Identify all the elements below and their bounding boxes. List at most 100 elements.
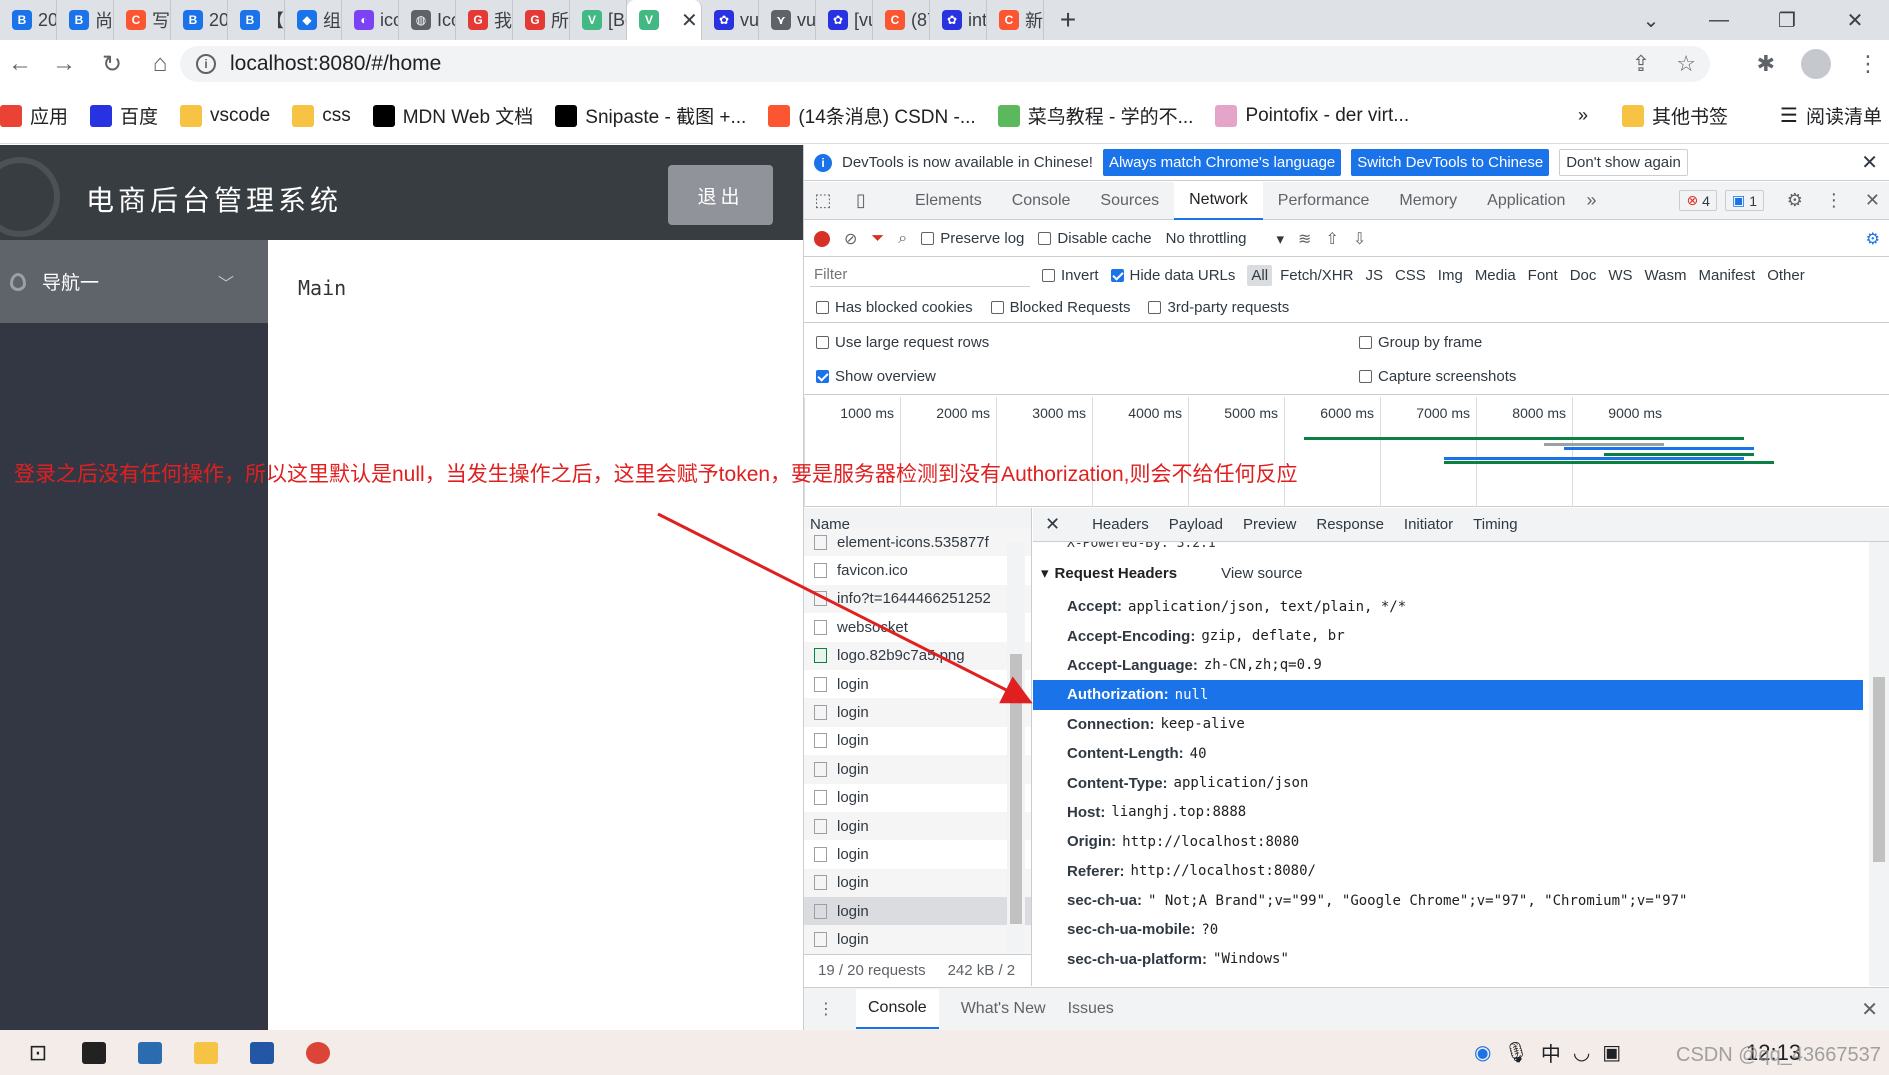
filter-input[interactable] (810, 263, 1030, 287)
powershell-icon[interactable] (234, 1030, 290, 1075)
checkbox-box[interactable] (1042, 268, 1055, 282)
preserve-log-checkbox[interactable]: Preserve log (921, 230, 1024, 247)
close-window-icon[interactable]: ✕ (1821, 0, 1889, 40)
browser-tab[interactable]: ◍ Ico (399, 0, 456, 40)
type-filter-wasm[interactable]: Wasm (1641, 265, 1691, 286)
request-row[interactable]: login (804, 727, 1031, 755)
bookmark-item[interactable]: MDN Web 文档 (372, 102, 533, 129)
browser-tab[interactable]: ◐ ico (342, 0, 399, 40)
close-icon[interactable]: ✕ (1861, 150, 1878, 175)
bookmark-reading-list[interactable]: ☰ 阅读清单 (1780, 102, 1882, 129)
header-row[interactable]: Host: lianghj.top:8888 (1033, 798, 1863, 827)
detail-tab-preview[interactable]: Preview (1233, 516, 1306, 533)
minimize-icon[interactable]: — (1685, 0, 1753, 40)
type-filter-media[interactable]: Media (1471, 265, 1520, 286)
bookmark-item[interactable]: 百度 (90, 102, 158, 129)
network-conditions-icon[interactable]: ≋ (1298, 229, 1311, 249)
extensions-icon[interactable]: ✱ (1757, 51, 1775, 77)
clear-icon[interactable]: ⊘ (844, 229, 857, 249)
checkbox-box[interactable] (816, 370, 829, 383)
close-tab-icon[interactable]: ✕ (681, 8, 698, 33)
hide-data-urls-checkbox[interactable]: Hide data URLs (1110, 267, 1235, 284)
bookmark-item[interactable]: 菜鸟教程 - 学的不... (997, 102, 1193, 129)
request-row[interactable]: login (804, 698, 1031, 727)
header-row[interactable]: Referer: http://localhost:8080/ (1033, 857, 1863, 886)
request-row[interactable]: login (804, 840, 1031, 868)
request-row[interactable]: login (804, 755, 1031, 784)
app-window-icon[interactable] (122, 1030, 178, 1075)
request-row[interactable]: favicon.ico (804, 556, 1031, 584)
throttling-select[interactable]: No throttling ▾ (1166, 230, 1284, 248)
large-rows-checkbox[interactable]: Use large request rows (816, 334, 989, 351)
detail-tab-payload[interactable]: Payload (1159, 516, 1233, 533)
request-row[interactable]: websocket (804, 613, 1031, 641)
browser-tab[interactable]: ✿ vu (702, 0, 759, 40)
header-row[interactable]: Content-Type: application/json (1033, 768, 1863, 797)
type-filter-doc[interactable]: Doc (1566, 265, 1601, 286)
checkbox-box[interactable] (990, 301, 1004, 314)
scroll-thumb[interactable] (1873, 677, 1885, 862)
browser-tab[interactable]: C新 (987, 0, 1044, 40)
drawer-menu-icon[interactable]: ⋮ (818, 999, 834, 1019)
scroll-thumb[interactable] (1010, 654, 1022, 924)
gear-icon[interactable]: ⚙ (1787, 190, 1803, 211)
checkbox-box[interactable] (1148, 301, 1162, 314)
ime-tools-icon[interactable]: ▣ (1602, 1040, 1621, 1065)
request-row[interactable]: login (804, 925, 1031, 954)
header-row[interactable]: Content-Length: 40 (1033, 739, 1863, 768)
request-row[interactable]: login (804, 670, 1031, 698)
checkbox-box[interactable] (1359, 335, 1372, 349)
request-headers-section[interactable]: ▾ Request Headers View source (1033, 554, 1863, 592)
logout-button[interactable]: 退出 (668, 165, 773, 225)
blocked-requests-checkbox[interactable]: Blocked Requests (990, 299, 1130, 316)
drawer-tab-whatsnew[interactable]: What's New (961, 1000, 1046, 1018)
more-tabs-icon[interactable]: » (1586, 190, 1596, 211)
detail-tab-response[interactable]: Response (1306, 516, 1394, 533)
details-scrollbar[interactable] (1869, 542, 1889, 986)
request-row[interactable]: login (804, 868, 1031, 898)
restore-icon[interactable]: ❐ (1753, 0, 1821, 40)
header-row[interactable]: Connection: keep-alive (1033, 710, 1863, 739)
address-bar[interactable]: i localhost:8080/#/home ⇪ ☆ (180, 46, 1710, 82)
browser-tab[interactable]: B 【 (228, 0, 285, 40)
checkbox-box[interactable] (1110, 268, 1124, 282)
export-har-icon[interactable]: ⇩ (1353, 229, 1366, 249)
header-row[interactable]: Accept-Language: zh-CN,zh;q=0.9 (1033, 651, 1863, 680)
browser-tab-active[interactable]: V ✕ (627, 0, 702, 40)
browser-tab[interactable]: B 20 (171, 0, 228, 40)
capture-screenshots-checkbox[interactable]: Capture screenshots (1359, 368, 1516, 385)
ime-icon[interactable]: 中 (1541, 1038, 1561, 1067)
type-filter-other[interactable]: Other (1763, 265, 1809, 286)
sidebar-item-nav1[interactable]: 导航一 ﹀ (0, 240, 268, 323)
browser-tab[interactable]: ◆ 组 (285, 0, 342, 40)
back-icon[interactable]: ← (0, 40, 40, 88)
share-icon[interactable]: ⇪ (1632, 51, 1650, 77)
new-tab-icon[interactable]: + (1044, 0, 1092, 40)
request-row[interactable]: info?t=1644466251252 (804, 584, 1031, 614)
type-filter-fetchxhr[interactable]: Fetch/XHR (1276, 265, 1357, 286)
file-explorer-icon[interactable] (178, 1030, 234, 1075)
tab-elements[interactable]: Elements (900, 182, 997, 220)
checkbox-box[interactable] (816, 335, 829, 349)
checkbox-box[interactable] (1359, 370, 1372, 383)
bookmark-item[interactable]: Snipaste - 截图 +... (555, 102, 746, 129)
browser-tab[interactable]: B尚 (57, 0, 114, 40)
browser-tab[interactable]: ✿ [vu (816, 0, 873, 40)
bookmark-item[interactable]: css (292, 104, 351, 127)
view-source-link[interactable]: View source (1221, 565, 1302, 582)
message-badge[interactable]: ▣ 1 (1724, 190, 1764, 211)
browser-tab[interactable]: ✿ int (930, 0, 987, 40)
browser-tab[interactable]: C (87 (873, 0, 930, 40)
bookmark-item[interactable]: 应用 (0, 102, 68, 129)
bookmark-item[interactable]: Pointofix - der virt... (1215, 104, 1409, 127)
search-icon[interactable]: ⌕ (898, 230, 907, 248)
network-overview[interactable]: 1000 ms 2000 ms 3000 ms 4000 ms 5000 ms 6000 … (804, 397, 1889, 507)
tab-sources[interactable]: Sources (1085, 182, 1174, 220)
record-icon[interactable] (814, 230, 830, 247)
header-row[interactable]: sec-ch-ua-mobile: ?0 (1033, 915, 1863, 944)
type-filter-font[interactable]: Font (1524, 265, 1562, 286)
disable-cache-checkbox[interactable]: Disable cache (1038, 230, 1152, 247)
invert-checkbox[interactable]: Invert (1042, 267, 1099, 284)
detail-tab-headers[interactable]: Headers (1082, 516, 1159, 533)
request-row[interactable]: logo.82b9c7a5.png (804, 641, 1031, 670)
